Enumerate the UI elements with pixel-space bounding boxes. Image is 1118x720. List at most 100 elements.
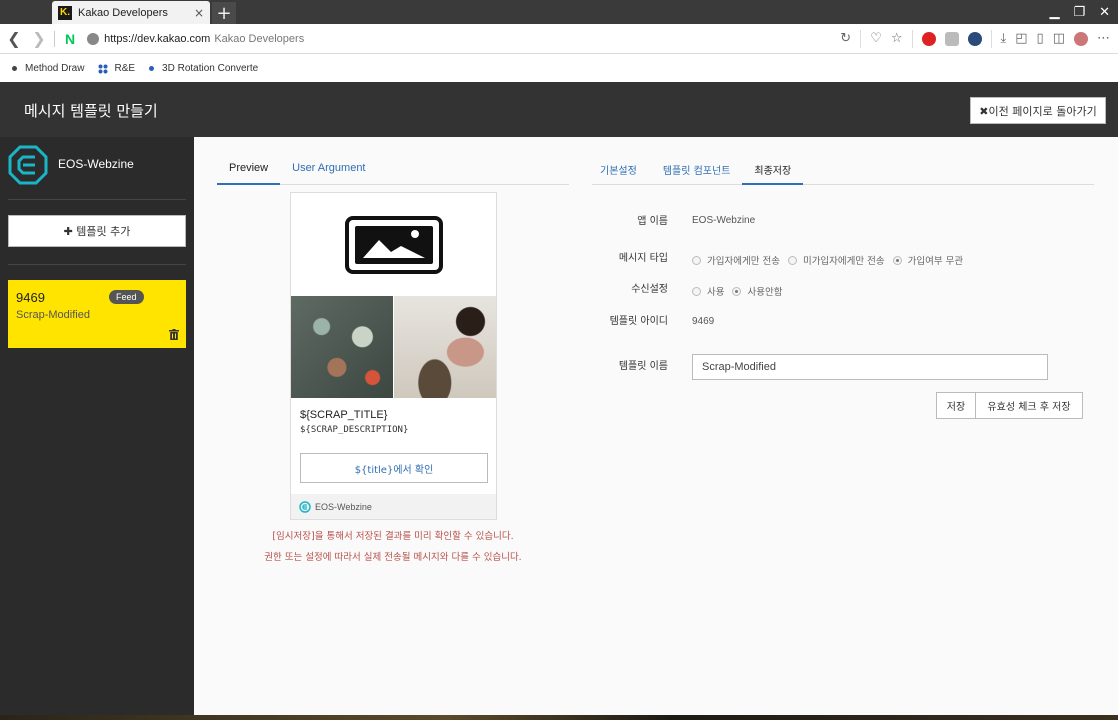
bookmarks-bar: Method Draw R&E 3D Rotation Converte <box>0 55 1118 82</box>
message-type-radio-group: 가입자에게만 전송 미가입자에게만 전송 가입여부 무관 <box>692 253 971 267</box>
divider <box>990 29 992 48</box>
close-tab-icon[interactable]: × <box>194 6 204 20</box>
grid-icon <box>98 63 109 74</box>
radio-label: 가입자에게만 전송 <box>707 256 780 267</box>
tab-basic-settings[interactable]: 기본설정 <box>592 159 649 185</box>
app-logo-icon <box>8 145 48 185</box>
reload-icon[interactable]: ↻ <box>840 31 851 46</box>
bookmark-star-icon[interactable]: ☆ <box>891 31 903 46</box>
preview-title: ${SCRAP_TITLE} <box>300 409 388 421</box>
preview-tabs: Preview User Argument <box>217 159 569 185</box>
browser-tab-bar: K. Kakao Developers × + ▁ ❐ ✕ <box>0 0 1118 24</box>
profile-avatar-icon[interactable] <box>1074 31 1088 46</box>
food-photo <box>291 296 393 398</box>
new-tab-button[interactable]: + <box>212 2 236 24</box>
person-eating-photo <box>394 296 496 398</box>
app-name: EOS-Webzine <box>58 157 134 171</box>
bookmark-label: 3D Rotation Converte <box>162 63 259 74</box>
radio-no-use[interactable] <box>732 286 742 296</box>
restore-icon[interactable]: ❐ <box>1073 5 1085 20</box>
tab-preview[interactable]: Preview <box>217 159 281 185</box>
image-placeholder-icon <box>344 215 443 274</box>
template-id-value: 9469 <box>692 316 715 327</box>
tab-title: Kakao Developers <box>78 6 168 19</box>
divider <box>8 264 186 265</box>
radio-non-members-only[interactable] <box>787 255 797 265</box>
template-name-label: 템플릿 이름 <box>618 361 668 372</box>
toolbar-icons: ↻ ♡ ☆ ⤓ ◰ ▯ ◫ ⋯ <box>840 29 1110 48</box>
minimize-icon[interactable]: ▁ <box>1049 5 1059 20</box>
preview-link-button[interactable]: ${title}에서 확인 <box>300 453 488 483</box>
message-type-label: 메시지 타입 <box>618 253 668 264</box>
back-to-previous-button[interactable]: ✖이전 페이지로 돌아가기 <box>970 97 1106 124</box>
tab-final-save[interactable]: 최종저장 <box>742 159 804 185</box>
divider <box>54 30 55 47</box>
preview-notice: [임시저장]을 통해서 저장된 결과를 미리 확인할 수 있습니다. <box>272 531 514 542</box>
bookmark-dot-icon <box>149 66 155 71</box>
site-info-icon[interactable] <box>87 32 100 45</box>
download-icon[interactable]: ⤓ <box>1001 31 1007 46</box>
bookmark-item[interactable]: Method Draw <box>12 63 84 74</box>
settings-tabs: 기본설정 템플릿 컴포넌트 최종저장 <box>592 159 1094 185</box>
template-name: Scrap-Modified <box>16 309 90 321</box>
divider <box>860 29 862 48</box>
reader-icon[interactable]: ▯ <box>1037 31 1044 46</box>
page-title: 메시지 템플릿 만들기 <box>24 102 158 120</box>
page-header: 메시지 템플릿 만들기 ✖이전 페이지로 돌아가기 <box>0 82 1118 137</box>
extension-gray-icon[interactable] <box>944 31 959 46</box>
screenshot-icon[interactable]: ◰ <box>1015 31 1027 46</box>
url-text: https://dev.kakao.com <box>104 32 211 45</box>
extension-red-icon[interactable] <box>921 31 936 46</box>
desktop-background-strip <box>0 715 1118 720</box>
menu-icon[interactable]: ⋯ <box>1097 31 1110 46</box>
radio-label: 사용 <box>707 287 725 298</box>
radio-use[interactable] <box>692 286 701 296</box>
bookmark-dot-icon <box>12 66 17 71</box>
radio-label: 가입여부 무관 <box>907 256 964 267</box>
naver-icon[interactable]: N <box>65 31 75 47</box>
template-list-item[interactable]: 9469 Feed Scrap-Modified <box>8 280 186 348</box>
bookmark-item[interactable]: 3D Rotation Converte <box>149 63 258 74</box>
radio-label: 미가입자에게만 전송 <box>802 256 885 267</box>
bookmark-label: Method Draw <box>25 63 85 74</box>
receive-setting-label: 수신설정 <box>631 284 668 295</box>
kakao-favicon-icon: K. <box>58 5 72 20</box>
browser-tab[interactable]: K. Kakao Developers × <box>52 1 210 24</box>
template-name-input[interactable] <box>692 354 1048 380</box>
preview-description: ${SCRAP_DESCRIPTION} <box>300 425 409 435</box>
tab-user-argument[interactable]: User Argument <box>280 159 377 185</box>
template-type-badge: Feed <box>109 290 144 304</box>
preview-notice: 권한 또는 설정에 따라서 실제 전송될 메시지와 다를 수 있습니다. <box>264 552 522 563</box>
pocket-icon[interactable]: ♡ <box>870 31 882 46</box>
close-window-icon[interactable]: ✕ <box>1099 5 1110 20</box>
app-name-value: EOS-Webzine <box>692 215 756 226</box>
add-template-button[interactable]: ✚ 템플릿 추가 <box>8 215 186 247</box>
bookmark-item[interactable]: R&E <box>98 63 135 74</box>
preview-footer: EOS-Webzine <box>291 494 496 519</box>
address-bar: ❮ ❯ N https://dev.kakao.com Kakao Develo… <box>0 24 1118 54</box>
window-controls: ▁ ❐ ✕ <box>1049 0 1110 24</box>
sidebar: EOS-Webzine ✚ 템플릿 추가 9469 Feed Scrap-Mod… <box>0 137 194 715</box>
validate-and-save-button[interactable]: 유효성 체크 후 저장 <box>975 392 1083 419</box>
template-id-label: 템플릿 아이디 <box>609 316 668 327</box>
forward-arrow-icon[interactable]: ❯ <box>28 29 50 48</box>
extension-blue-icon[interactable] <box>967 31 982 46</box>
template-id: 9469 <box>16 290 45 305</box>
main-content: Preview User Argument 기본설정 템플릿 컴포넌트 최종저장… <box>194 137 1118 715</box>
receive-setting-radio-group: 사용 사용안함 <box>692 284 790 298</box>
radio-members-only[interactable] <box>692 255 701 265</box>
sidebar-toggle-icon[interactable]: ◫ <box>1053 31 1065 46</box>
back-arrow-icon[interactable]: ❮ <box>3 29 25 48</box>
app-logo-small-icon <box>299 500 311 513</box>
preview-footer-app-name: EOS-Webzine <box>315 501 372 512</box>
radio-any-member[interactable] <box>892 255 902 265</box>
trash-icon[interactable] <box>169 329 179 340</box>
app-name-label: 앱 이름 <box>637 216 668 227</box>
divider <box>911 29 913 48</box>
url-field[interactable]: https://dev.kakao.com Kakao Developers <box>81 28 840 50</box>
divider <box>8 199 186 200</box>
bookmark-label: R&E <box>114 63 136 74</box>
tab-template-components[interactable]: 템플릿 컴포넌트 <box>651 159 743 185</box>
save-button[interactable]: 저장 <box>936 392 976 419</box>
site-name: Kakao Developers <box>214 32 305 45</box>
